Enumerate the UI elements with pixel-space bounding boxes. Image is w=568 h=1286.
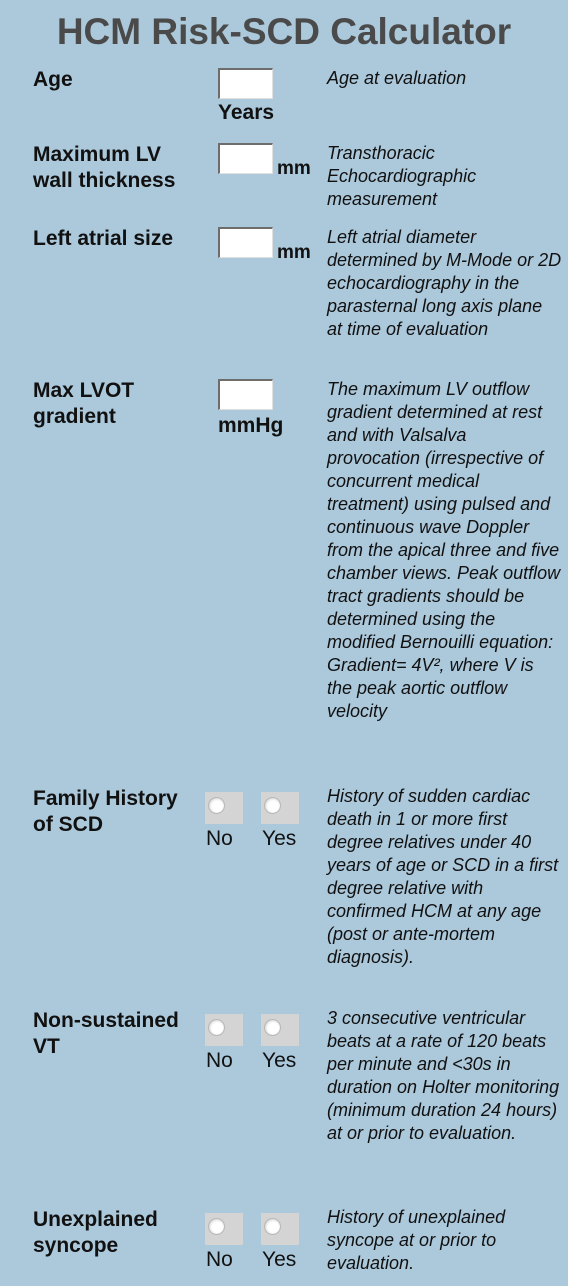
max-lvot-unit: mmHg (218, 414, 284, 437)
max-lv-wall-unit: mm (277, 158, 311, 179)
nsvt-no-label: No (206, 1049, 233, 1072)
nsvt-description: 3 consecutive ventricular beats at a rat… (327, 1008, 560, 1143)
syncope-yes-label: Yes (262, 1248, 297, 1271)
nsvt-no-radio[interactable] (205, 1014, 243, 1046)
max-lv-wall-input[interactable] (218, 143, 273, 174)
age-unit: Years (218, 101, 275, 124)
radio-circle-icon[interactable] (264, 1019, 281, 1036)
age-input[interactable] (218, 68, 273, 99)
left-atrial-description: Left atrial diameter determined by M-Mod… (327, 227, 562, 339)
syncope-label: Unexplained syncope (33, 1208, 158, 1257)
age-description: Age at evaluation (327, 68, 467, 88)
syncope-no-radio[interactable] (205, 1213, 243, 1245)
left-atrial-unit: mm (277, 242, 311, 263)
family-history-yes-radio[interactable] (261, 792, 299, 824)
radio-circle-icon[interactable] (264, 797, 281, 814)
max-lvot-description: The maximum LV outflow gradient determin… (327, 379, 561, 721)
family-history-yes-label: Yes (262, 827, 297, 850)
nsvt-yes-label: Yes (262, 1049, 297, 1072)
syncope-no-label: No (206, 1248, 233, 1271)
radio-circle-icon[interactable] (208, 1019, 225, 1036)
max-lv-wall-description: Transthoracic Echocardiographic measurem… (327, 143, 477, 209)
syncope-description: History of unexplained syncope at or pri… (327, 1207, 506, 1273)
age-label: Age (33, 68, 73, 91)
radio-circle-icon[interactable] (208, 1218, 225, 1235)
family-history-no-radio[interactable] (205, 792, 243, 824)
family-history-no-label: No (206, 827, 233, 850)
nsvt-label: Non-sustained VT (33, 1009, 179, 1058)
max-lvot-input[interactable] (218, 379, 273, 410)
max-lvot-label: Max LVOT gradient (33, 379, 135, 428)
page-title: HCM Risk-SCD Calculator (56, 11, 512, 52)
radio-circle-icon[interactable] (208, 797, 225, 814)
left-atrial-label: Left atrial size (33, 227, 174, 250)
nsvt-yes-radio[interactable] (261, 1014, 299, 1046)
family-history-description: History of sudden cardiac death in 1 or … (327, 786, 559, 967)
left-atrial-input[interactable] (218, 227, 273, 258)
syncope-yes-radio[interactable] (261, 1213, 299, 1245)
family-history-label: Family History of SCD (33, 787, 178, 836)
radio-circle-icon[interactable] (264, 1218, 281, 1235)
max-lv-wall-label: Maximum LV wall thickness (33, 143, 176, 192)
